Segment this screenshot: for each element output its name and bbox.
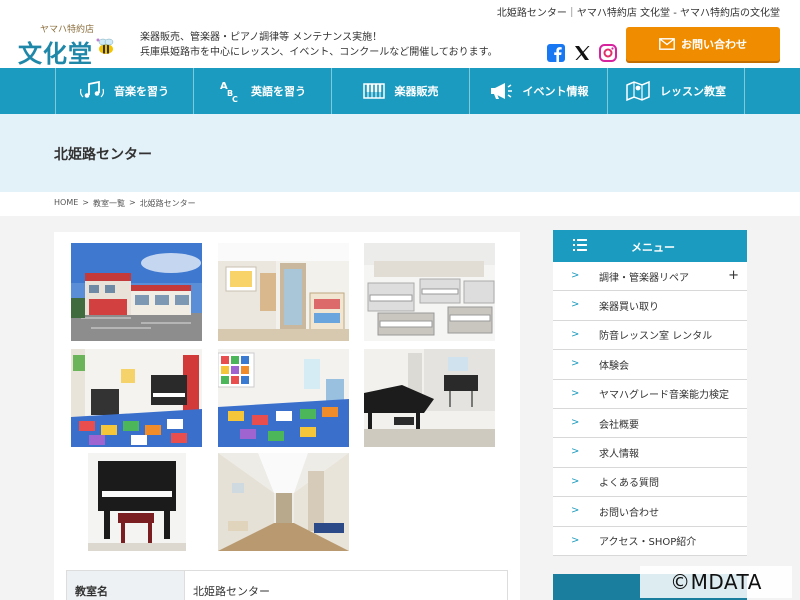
contact-button-label: お問い合わせ bbox=[681, 38, 747, 51]
bee-icon bbox=[96, 38, 114, 54]
chevron-right-icon: > bbox=[571, 328, 580, 340]
facebook-icon[interactable] bbox=[547, 44, 565, 62]
nav-item-lesson-rooms[interactable]: レッスン教室 bbox=[607, 68, 745, 114]
breadcrumb-home[interactable]: HOME bbox=[54, 198, 78, 209]
nav-label: 英語を習う bbox=[251, 85, 306, 98]
sidebar-item-label: 防音レッスン室 レンタル bbox=[599, 331, 713, 343]
sidebar-item-access-shop[interactable]: > アクセス・SHOP紹介 bbox=[553, 527, 747, 556]
chevron-right-icon: > bbox=[571, 416, 580, 428]
sidebar-item-contact[interactable]: > お問い合わせ bbox=[553, 497, 747, 527]
chevron-right-icon: > bbox=[571, 270, 580, 281]
abc-icon: ABC bbox=[220, 81, 238, 103]
logo-text: 文化堂 bbox=[18, 39, 93, 68]
chevron-right-icon: > bbox=[571, 299, 580, 311]
site-header: 北姫路センター｜ヤマハ特約店 文化堂 - ヤマハ特約店の文化堂 ヤマハ特約店 文… bbox=[0, 0, 800, 68]
photo-entrance-hall[interactable] bbox=[218, 243, 349, 341]
chevron-right-icon: > bbox=[571, 475, 580, 487]
breadcrumb: HOME > 教室一覧 > 北姫路センター bbox=[54, 198, 196, 209]
tagline-line-2: 兵庫県姫路市を中心にレッスン、イベント、コンクールなど開催しております。 bbox=[140, 47, 498, 58]
sidebar-item-faq[interactable]: > よくある質問 bbox=[553, 468, 747, 498]
sidebar-item-company[interactable]: > 会社概要 bbox=[553, 409, 747, 439]
sidebar-item-label: 楽器買い取り bbox=[599, 302, 659, 314]
watermark: ©MDATA bbox=[640, 566, 792, 598]
nav-item-english-lessons[interactable]: ABC 英語を習う bbox=[193, 68, 331, 114]
sidebar-item-label: よくある質問 bbox=[599, 478, 659, 490]
photo-hallway[interactable] bbox=[218, 453, 349, 551]
list-icon bbox=[573, 239, 587, 251]
sidebar-menu: > 調律・管楽器リペア + > 楽器買い取り > 防音レッスン室 レンタル > … bbox=[553, 262, 747, 556]
expand-plus-icon[interactable]: + bbox=[728, 268, 739, 283]
contact-button[interactable]: お問い合わせ bbox=[626, 27, 780, 61]
info-value: 北姫路センター bbox=[193, 585, 270, 598]
sidebar-menu-title: メニュー bbox=[631, 241, 675, 254]
instagram-icon[interactable] bbox=[599, 44, 617, 62]
site-title: 北姫路センター｜ヤマハ特約店 文化堂 - ヤマハ特約店の文化堂 bbox=[496, 8, 780, 19]
sidebar-item-instrument-buyback[interactable]: > 楽器買い取り bbox=[553, 291, 747, 321]
chevron-right-icon: > bbox=[571, 446, 580, 458]
photo-upright-piano[interactable] bbox=[88, 453, 186, 551]
social-links bbox=[547, 44, 617, 62]
tagline-line-1: 楽器販売、管楽器・ピアノ調律等 メンテナンス実施！ bbox=[140, 32, 383, 43]
mail-icon bbox=[659, 38, 675, 50]
music-notes-icon bbox=[80, 80, 104, 98]
site-logo[interactable]: ヤマハ特約店 文化堂 bbox=[18, 22, 128, 68]
map-icon bbox=[626, 80, 650, 102]
sidebar-item-label: 体験会 bbox=[599, 360, 629, 372]
main-content: 教室名 北姫路センター bbox=[54, 232, 520, 600]
megaphone-icon bbox=[490, 83, 512, 99]
classroom-info-table: 教室名 北姫路センター bbox=[66, 570, 508, 600]
chevron-right-icon: > bbox=[571, 358, 580, 370]
sidebar-item-yamaha-grade[interactable]: > ヤマハグレード音楽能力検定 bbox=[553, 380, 747, 409]
nav-label: レッスン教室 bbox=[660, 85, 726, 98]
chevron-right-icon: > bbox=[571, 387, 580, 399]
keyboard-icon bbox=[362, 83, 385, 99]
chevron-right-icon: > bbox=[571, 534, 580, 546]
chevron-right-icon: > bbox=[571, 505, 580, 517]
sidebar-item-tuning-repair[interactable]: > 調律・管楽器リペア + bbox=[553, 262, 747, 292]
sidebar-item-soundproof-room-rental[interactable]: > 防音レッスン室 レンタル bbox=[553, 321, 747, 351]
breadcrumb-separator: > bbox=[82, 198, 89, 207]
sidebar-item-label: 会社概要 bbox=[599, 419, 639, 431]
page-title-band: 北姫路センター bbox=[0, 114, 800, 192]
sidebar-item-label: アクセス・SHOP紹介 bbox=[599, 537, 697, 549]
sidebar-item-recruit[interactable]: > 求人情報 bbox=[553, 438, 747, 468]
nav-label: 音楽を習う bbox=[114, 85, 169, 98]
sidebar-item-label: お問い合わせ bbox=[599, 507, 659, 519]
nav-item-instrument-sales[interactable]: 楽器販売 bbox=[331, 68, 469, 114]
breadcrumb-current: 北姫路センター bbox=[139, 199, 196, 208]
nav-label: 楽器販売 bbox=[394, 85, 439, 98]
nav-label: イベント情報 bbox=[522, 85, 589, 98]
global-nav: 音楽を習う ABC 英語を習う 楽器販売 イベント情報 レッスン教室 bbox=[0, 68, 800, 114]
info-label: 教室名 bbox=[67, 571, 185, 600]
breadcrumb-separator: > bbox=[128, 198, 136, 207]
sidebar-item-trial[interactable]: > 体験会 bbox=[553, 350, 747, 380]
nav-item-music-lessons[interactable]: 音楽を習う bbox=[55, 68, 193, 114]
breadcrumb-classroom-list[interactable]: 教室一覧 bbox=[93, 198, 125, 209]
photo-building-exterior[interactable] bbox=[71, 243, 202, 341]
x-icon[interactable] bbox=[573, 44, 591, 62]
sidebar-menu-header: メニュー bbox=[553, 230, 747, 262]
photo-kids-room-mat[interactable] bbox=[218, 349, 349, 447]
photo-electone-room[interactable] bbox=[364, 243, 495, 341]
sidebar-item-label: 求人情報 bbox=[599, 449, 639, 461]
photo-kids-room-piano[interactable] bbox=[71, 349, 202, 447]
photo-grand-piano-room[interactable] bbox=[364, 349, 495, 447]
sidebar-item-label: ヤマハグレード音楽能力検定 bbox=[599, 390, 729, 402]
tagline: 楽器販売、管楽器・ピアノ調律等 メンテナンス実施！ 兵庫県姫路市を中心にレッスン… bbox=[140, 30, 498, 60]
nav-item-events[interactable]: イベント情報 bbox=[469, 68, 607, 114]
sidebar-item-label: 調律・管楽器リペア bbox=[599, 272, 689, 284]
page-title: 北姫路センター bbox=[54, 147, 152, 163]
breadcrumb-bar: HOME > 教室一覧 > 北姫路センター bbox=[0, 192, 800, 216]
svg-text:C: C bbox=[232, 95, 238, 103]
